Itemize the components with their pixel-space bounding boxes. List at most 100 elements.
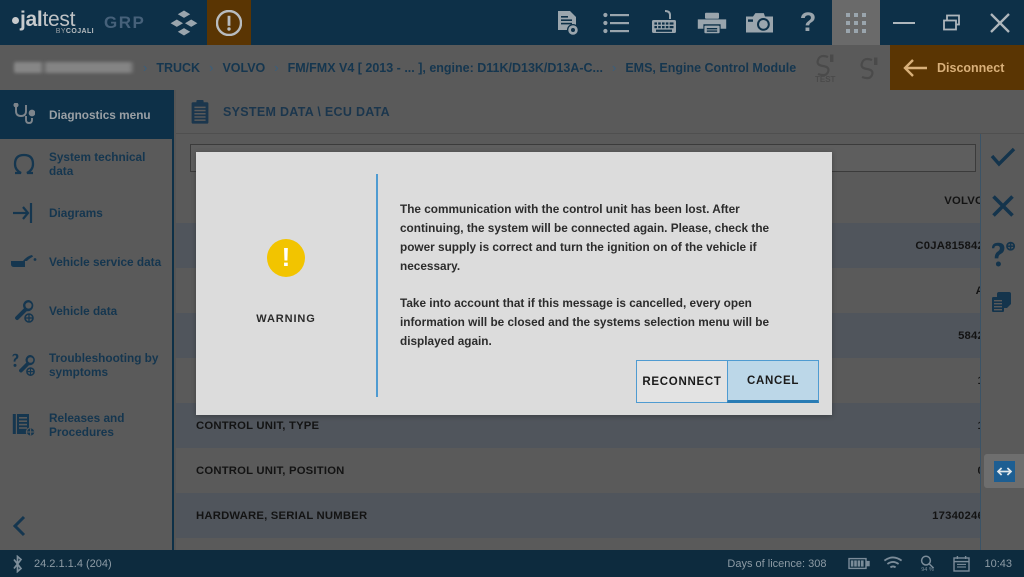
help-icon-glyph: ? [800,9,817,36]
warning-dialog: ! WARNING The communication with the con… [196,152,832,415]
sidebar-item-label: Diagrams [49,206,103,220]
dialog-paragraph-1: The communication with the control unit … [400,200,806,276]
arrow-left-icon [902,58,928,78]
tool-rail [980,134,1024,550]
wrench-icon [10,299,38,323]
warning-exclamation-icon: ! [267,239,305,277]
restore-button[interactable] [928,0,976,45]
sidebar-item-system-technical-data[interactable]: System technical data [0,139,172,188]
printer-icon[interactable] [688,0,736,45]
table-row[interactable]: HARDWARE, SERIAL NUMBER 17340246 [176,493,1024,538]
list-icon[interactable] [592,0,640,45]
sidebar-item-diagnostics-menu[interactable]: Diagnostics menu [0,90,172,139]
wrench-question-icon [10,353,38,377]
confirm-check-icon[interactable] [981,134,1024,182]
brand-subtitle: BYCOJALI [12,28,98,35]
report-icon[interactable] [544,0,592,45]
disconnect-button[interactable]: Disconnect [890,45,1024,90]
chevron-left-icon [12,515,28,537]
page-title: SYSTEM DATA \ ECU DATA [223,105,390,119]
calendar-icon[interactable] [944,555,978,572]
minimize-button[interactable] [880,0,928,45]
sidebar-item-releases-and-procedures[interactable]: Releases and Procedures [0,395,172,455]
sidebar-item-label: Releases and Procedures [49,411,172,439]
dialog-body: The communication with the control unit … [378,152,832,415]
clock: 10:43 [984,558,1012,570]
wifi-icon [876,556,910,571]
titlebar-actions: ? [544,0,1024,45]
status-bar: 24.2.1.1.4 (204) Days of licence: 308 [0,550,1024,577]
documents-icon [10,413,38,437]
sidebar-item-vehicle-data[interactable]: Vehicle data [0,286,172,335]
brand-sub-pre: BY [56,28,66,35]
breadcrumb-item-model[interactable]: FM/FMX V4 [ 2013 - ... ], engine: D11K/D… [288,61,603,75]
disconnect-label: Disconnect [937,61,1004,75]
breadcrumb: › TRUCK › VOLVO › FM/FMX V4 [ 2013 - ...… [0,45,1024,90]
copy-clipboard-icon[interactable] [981,278,1024,326]
warning-exclamation-glyph: ! [282,244,291,270]
sidebar-item-diagrams[interactable]: Diagrams [0,188,172,237]
row-value: 17340246 [932,510,984,522]
row-key: HARDWARE, SERIAL NUMBER [196,510,367,522]
oilcan-icon [10,253,38,271]
row-key: CONTROL UNIT, POSITION [196,465,345,477]
zoom-magnifier-icon[interactable]: 94 % [910,555,944,573]
breadcrumb-separator: › [612,60,616,75]
warning-icon[interactable] [207,0,251,45]
breadcrumb-separator: › [274,60,278,75]
group-label: GRP [104,13,145,33]
row-value: C0JA815842 [915,240,984,252]
keyboard-icon[interactable] [640,0,688,45]
stethoscope-icon [10,103,38,127]
omega-icon [10,153,38,175]
connector-test-icon[interactable]: TEST [802,45,846,90]
row-value: VOLVO [944,195,984,207]
sidebar-item-troubleshooting-by-symptoms[interactable]: Troubleshooting by symptoms [0,335,172,395]
breadcrumb-item-volvo[interactable]: VOLVO [222,61,265,75]
sidebar-item-label: Troubleshooting by symptoms [49,351,172,379]
zoom-level-label: 94 % [921,567,934,573]
battery-icon [842,557,876,570]
licence-days: Days of licence: 308 [727,558,826,570]
table-row[interactable]: CONTROL UNIT, POSITION0 [176,448,1024,493]
sidebar: Diagnostics menu System technical data D… [0,90,174,550]
diagram-icon [10,202,38,224]
brand-logo: jaltest BYCOJALI [0,10,98,35]
clipboard-icon [190,100,210,124]
brand-logo-dot [12,17,19,24]
apps-grid-icon[interactable] [832,0,880,45]
breadcrumb-item-system[interactable]: EMS, Engine Control Module [625,61,796,75]
sidebar-item-label: Vehicle data [49,304,117,318]
breadcrumb-item-truck[interactable]: TRUCK [156,61,200,75]
dialog-icon-panel: ! WARNING [196,152,376,415]
row-key: CONTROL UNIT, TYPE [196,420,319,432]
sidebar-item-vehicle-service-data[interactable]: Vehicle service data [0,237,172,286]
dialog-actions: RECONNECT CANCEL [636,360,819,403]
sidebar-item-label: Vehicle service data [49,255,161,269]
cancel-x-icon[interactable] [981,182,1024,230]
sidebar-item-label: Diagnostics menu [49,108,151,122]
close-button[interactable] [976,0,1024,45]
brand-sub-bold: COJALI [66,28,94,35]
breadcrumb-separator: › [209,60,213,75]
connector-test-label: TEST [815,75,836,84]
cubes-icon[interactable] [161,0,207,45]
page-header: SYSTEM DATA \ ECU DATA [176,90,1024,134]
brand-logo-text: jaltest [12,10,98,29]
app-version: 24.2.1.1.4 (204) [34,558,112,570]
help-question-icon[interactable] [981,230,1024,278]
sidebar-item-label: System technical data [49,150,172,178]
breadcrumb-actions: TEST Disconnect [802,45,1024,90]
dialog-severity-label: WARNING [256,313,315,325]
cancel-button[interactable]: CANCEL [727,360,819,403]
help-icon[interactable]: ? [784,0,832,45]
sidebar-back-button[interactable] [0,502,172,550]
connector-icon[interactable] [846,45,890,90]
breadcrumb-item-redacted[interactable] [14,62,134,73]
application-window: jaltest BYCOJALI GRP [0,0,1024,577]
reconnect-button[interactable]: RECONNECT [636,360,728,403]
bluetooth-icon[interactable] [0,555,34,573]
camera-icon[interactable] [736,0,784,45]
resize-horizontal-icon [994,461,1015,482]
panel-resize-handle[interactable] [984,454,1024,488]
